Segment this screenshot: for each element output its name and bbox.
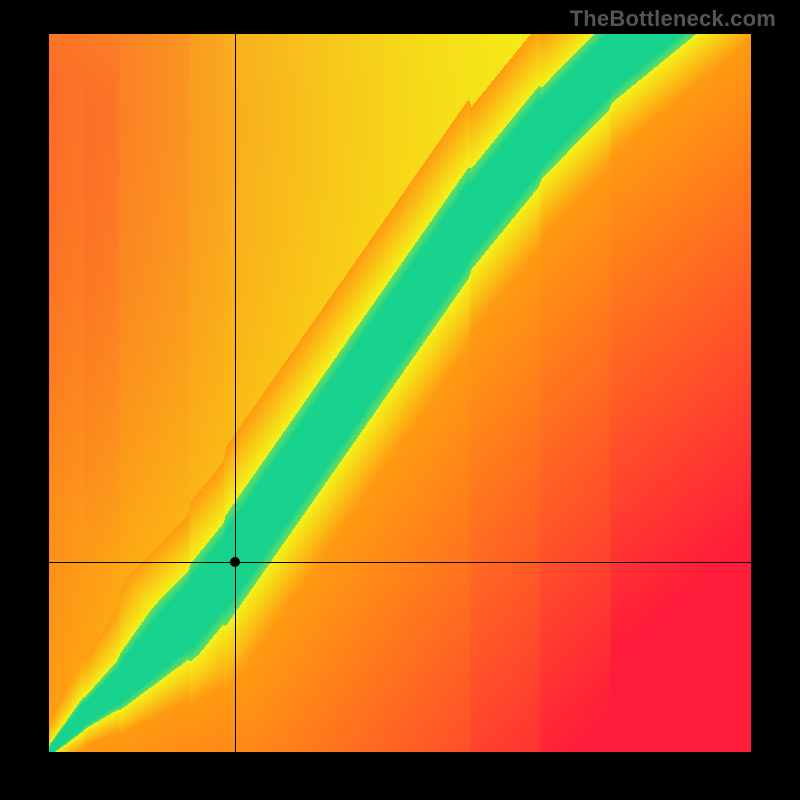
heatmap-canvas bbox=[49, 34, 751, 752]
chart-stage: TheBottleneck.com bbox=[0, 0, 800, 800]
heatmap-plot bbox=[49, 34, 751, 752]
watermark-text: TheBottleneck.com bbox=[570, 6, 776, 32]
